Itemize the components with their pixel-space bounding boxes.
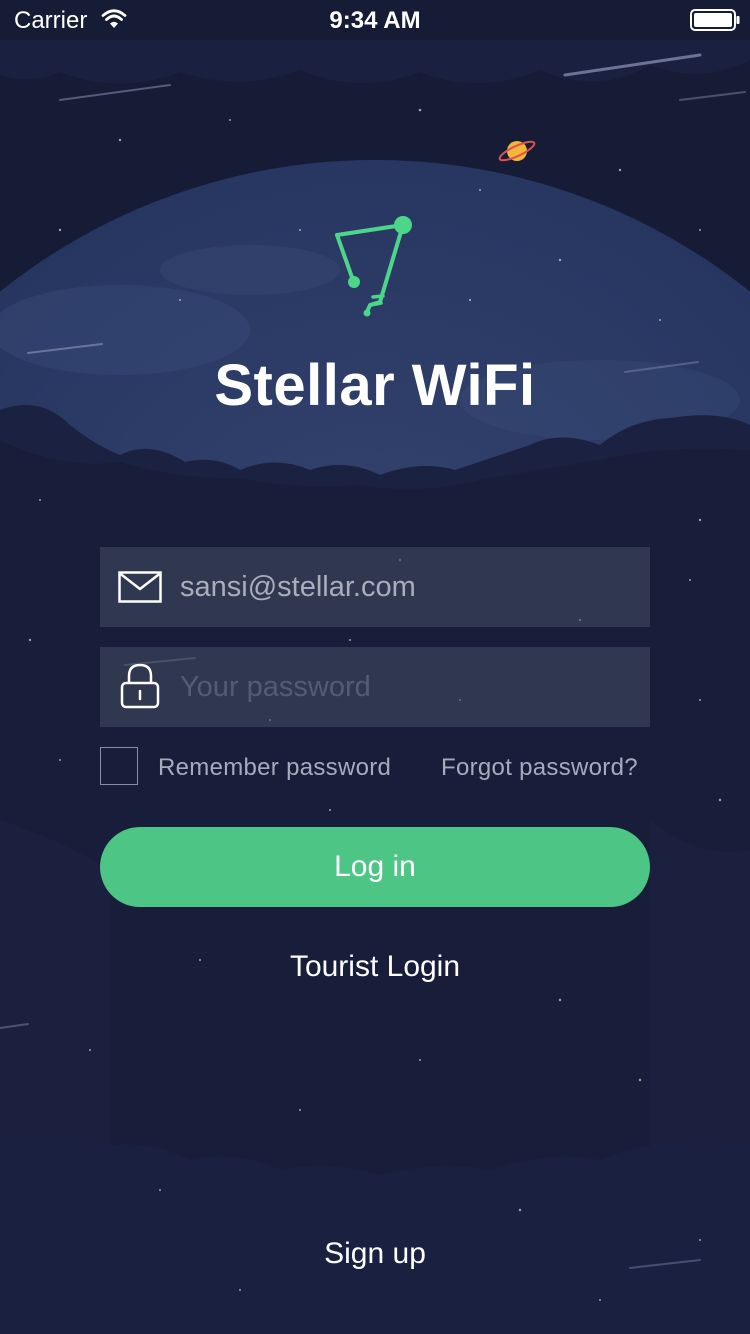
email-input[interactable] (180, 547, 630, 627)
status-bar: Carrier 9:34 AM (0, 0, 750, 40)
remember-password-label[interactable]: Remember password (158, 754, 391, 782)
login-screen: Carrier 9:34 AM Stellar WiFi sansi@stell… (0, 0, 750, 1334)
app-title: Stellar WiFi (214, 353, 536, 418)
login-button[interactable]: Log in (100, 827, 650, 907)
lock-icon (120, 663, 160, 714)
remember-password-checkbox[interactable] (100, 747, 138, 785)
email-field[interactable] (100, 547, 650, 627)
password-input[interactable] (180, 647, 630, 727)
sign-up-link[interactable]: Sign up (0, 1237, 750, 1271)
constellation-logo-icon (325, 205, 425, 330)
password-field[interactable] (100, 647, 650, 727)
battery-icon (690, 9, 740, 38)
envelope-icon (118, 571, 162, 608)
tourist-login-link[interactable]: Tourist Login (0, 950, 750, 984)
clock-label: 9:34 AM (329, 7, 421, 34)
forgot-password-link[interactable]: Forgot password? (441, 754, 638, 782)
